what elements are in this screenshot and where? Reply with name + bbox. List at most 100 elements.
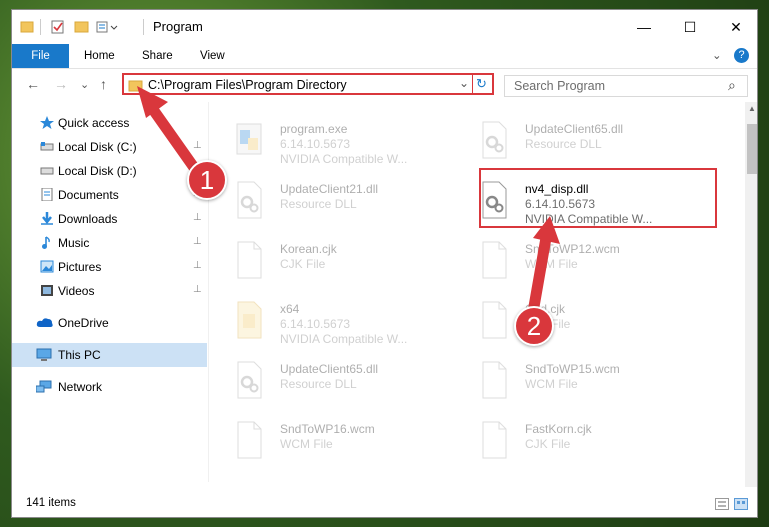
tab-view[interactable]: View [188,44,237,68]
nav-item-pictures[interactable]: Pictures ⊥ [12,255,207,279]
nav-item-documents[interactable]: Documents ⊥ [12,183,207,207]
pane-divider [208,102,209,482]
file-item[interactable]: Korean.cjk CJK File [210,232,450,288]
pin-icon[interactable]: ⊥ [193,260,202,271]
properties-icon[interactable] [50,18,66,36]
file-detail: Resource DLL [280,377,357,391]
network-icon [36,380,52,393]
explorer-window: Program — ☐ ✕ File Home Share View ⌄ ? ←… [11,9,758,518]
pin-icon[interactable]: ⊥ [193,140,202,151]
file-icon [479,360,509,400]
item-count: 141 items [26,497,76,509]
file-item[interactable]: SndToWP16.wcm WCM File [210,412,450,468]
file-description: NVIDIA Compatible W... [280,152,408,166]
maximize-icon: ☐ [683,18,697,35]
refresh-icon[interactable]: ↻ [476,76,487,92]
file-icon [479,420,509,460]
vertical-scrollbar[interactable]: ▲ [745,102,757,487]
nav-item-onedrive[interactable]: OneDrive [12,311,207,335]
file-name: SndToWP16.wcm [280,422,375,436]
file-detail: Resource DLL [525,137,602,151]
ribbon-expand-icon[interactable]: ⌄ [708,44,726,68]
customize-toolbar-icon[interactable] [96,18,122,36]
folder-file-icon [234,300,264,340]
nav-item-local-disk-d[interactable]: Local Disk (D:) ⊥ [12,159,207,183]
file-detail: WCM File [525,377,578,391]
scroll-up-icon[interactable]: ▲ [748,104,756,113]
nav-item-music[interactable]: Music ⊥ [12,231,207,255]
recent-locations-button[interactable]: ⌄ [80,78,89,91]
file-item[interactable]: Cnd.cjkCJK File [455,292,695,348]
new-folder-icon[interactable] [74,18,90,36]
document-icon [41,188,53,201]
pin-icon[interactable]: ⊥ [193,284,202,295]
file-item[interactable]: UpdateClient21.dll Resource DLL [210,172,450,228]
nav-item-downloads[interactable]: Downloads ⊥ [12,207,207,231]
file-icon [234,240,264,280]
search-icon: ⌕ [728,77,736,93]
search-input[interactable]: Search Program [514,79,605,93]
nav-item-network[interactable]: Network [12,375,207,399]
address-field[interactable]: C:\Program Files\Program Directory ⌄ ↻ [122,73,494,95]
tab-home[interactable]: Home [72,44,127,68]
file-icon [234,420,264,460]
exe-icon [234,120,264,160]
scrollbar-thumb[interactable] [747,124,757,174]
file-list: program.exe 6.14.10.5673 NVIDIA Compatible… [210,102,745,487]
file-name: SndToWP15.wcm [525,362,620,376]
forward-button[interactable]: → [54,76,68,92]
minimize-button[interactable]: — [621,10,667,44]
navigation-pane: Quick access Local Disk (C:) ⊥ Local Dis… [12,102,207,487]
file-item[interactable]: SndToWP12.wcm WCM File [455,232,695,288]
file-item[interactable]: UpdateClient65.dll Resource DLL [210,352,450,408]
title-bar: Program — ☐ ✕ [12,10,757,44]
tab-share[interactable]: Share [130,44,185,68]
nav-item-quick-access[interactable]: Quick access [12,111,207,135]
back-button[interactable]: ← [26,76,40,92]
file-name: program.exe [280,122,348,136]
file-item[interactable]: UpdateClient65.dll Resource DLL [455,112,695,168]
callout-2: 2 [514,306,554,346]
nav-item-local-disk-c[interactable]: Local Disk (C:) ⊥ [12,135,207,159]
file-icon [479,240,509,280]
minimize-icon: — [637,19,651,35]
file-icon [479,300,509,340]
dll-icon [234,180,264,220]
search-box[interactable]: Search Program ⌕ [504,75,748,97]
file-name: UpdateClient65.dll [525,122,624,136]
tab-file[interactable]: File [12,44,69,68]
details-view-icon[interactable] [715,498,729,510]
pin-icon[interactable]: ⊥ [193,212,202,223]
file-highlight-box [479,168,717,228]
drive-icon [40,167,54,175]
videos-icon [41,285,53,296]
address-dropdown-icon[interactable]: ⌄ [459,76,469,90]
file-name: Korean.cjk [280,242,337,256]
file-item[interactable]: program.exe 6.14.10.5673 NVIDIA Compatible… [210,112,450,168]
file-detail: CJK File [280,257,326,271]
file-name: SndToWP12.wcm [525,242,620,256]
file-detail: 6.14.10.5673 [280,317,351,331]
file-name: UpdateClient65.dll [280,362,379,376]
file-item[interactable]: SndToWP15.wcm WCM File [455,352,695,408]
file-detail: WCM File [525,257,578,271]
file-name: x64 [280,302,300,316]
dll-icon [479,120,509,160]
file-detail: WCM File [280,437,333,451]
download-icon [41,212,53,225]
close-button[interactable]: ✕ [713,10,757,44]
file-item[interactable]: x64 6.14.10.5673 NVIDIA Compatible W... [210,292,450,348]
up-button[interactable]: ↑ [100,76,107,92]
cloud-icon [36,318,53,327]
nav-item-videos[interactable]: Videos ⊥ [12,279,207,303]
maximize-button[interactable]: ☐ [667,10,713,44]
file-name: UpdateClient21.dll [280,182,379,196]
pictures-icon [40,260,54,273]
nav-item-this-pc[interactable]: This PC [12,343,207,367]
tiles-view-icon[interactable] [734,498,748,510]
folder-icon [128,80,143,92]
help-icon[interactable]: ? [734,48,749,63]
file-item[interactable]: FastKorn.cjk CJK File [455,412,695,468]
pin-icon[interactable]: ⊥ [193,236,202,247]
status-bar: 141 items [12,490,757,517]
